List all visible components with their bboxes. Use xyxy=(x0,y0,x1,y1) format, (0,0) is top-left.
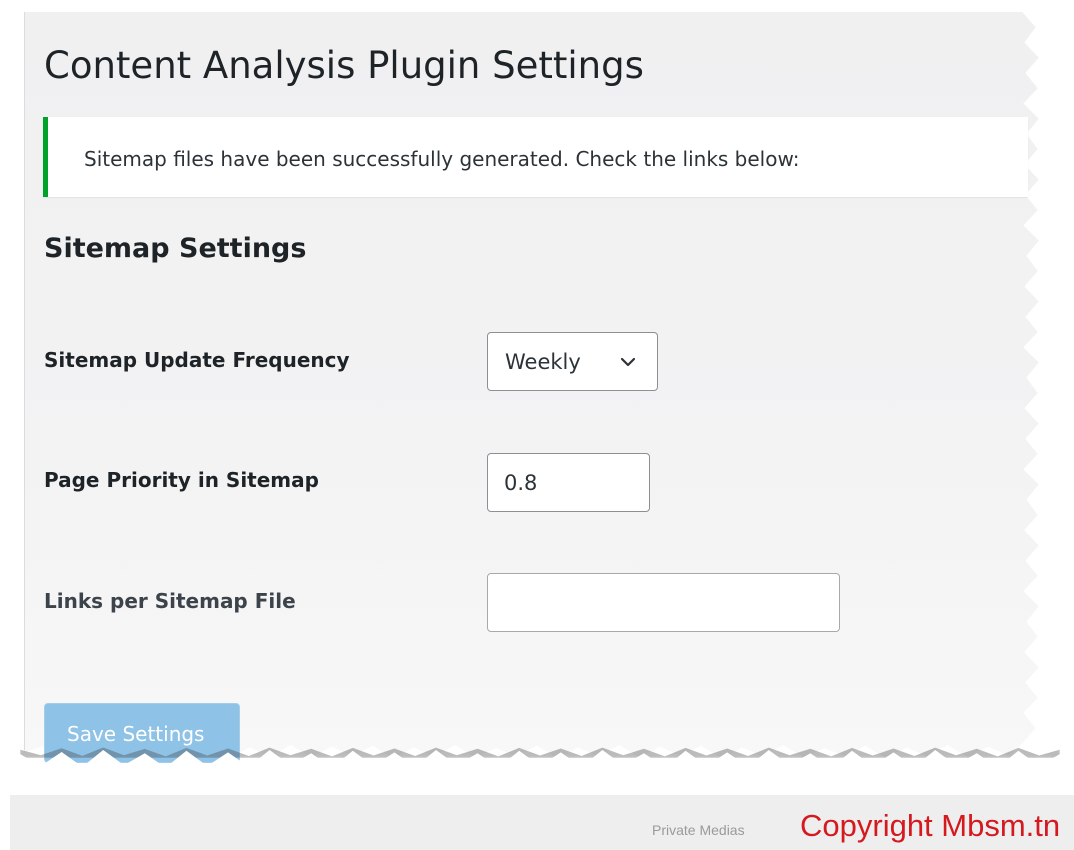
frequency-select[interactable]: Weekly xyxy=(487,332,658,391)
watermark-small-text: Private Medias xyxy=(652,822,745,838)
watermark-copyright: Copyright Mbsm.tn xyxy=(800,808,1061,843)
links-label: Links per Sitemap File xyxy=(44,589,296,613)
frequency-label: Sitemap Update Frequency xyxy=(44,348,350,372)
priority-label: Page Priority in Sitemap xyxy=(44,468,319,492)
page-title: Content Analysis Plugin Settings xyxy=(44,44,644,87)
chevron-down-icon xyxy=(620,357,636,367)
panel-left-border xyxy=(24,12,25,750)
notice-message: Sitemap files have been successfully gen… xyxy=(84,147,800,171)
success-notice: Sitemap files have been successfully gen… xyxy=(43,117,1028,197)
save-settings-label: Save Settings xyxy=(67,722,205,746)
screenshot-stage: Content Analysis Plugin Settings Sitemap… xyxy=(0,0,1074,850)
priority-input-value: 0.8 xyxy=(504,471,538,495)
priority-input[interactable]: 0.8 xyxy=(487,453,650,512)
section-title: Sitemap Settings xyxy=(44,233,307,264)
links-input[interactable] xyxy=(487,573,840,632)
frequency-selected-value: Weekly xyxy=(505,350,581,374)
